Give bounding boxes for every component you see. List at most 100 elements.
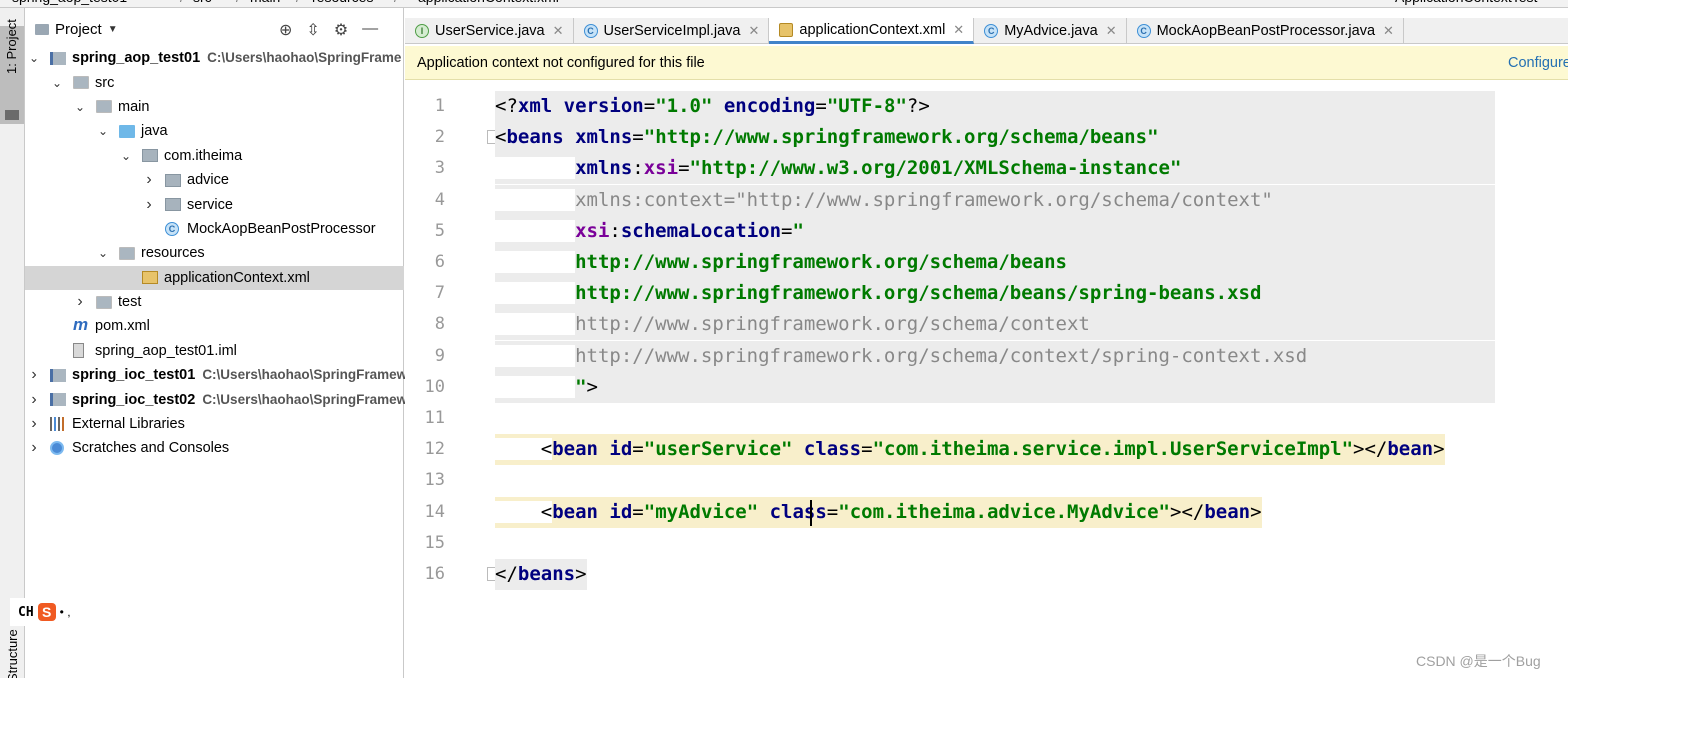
class-icon: C bbox=[1136, 24, 1151, 38]
hide-icon[interactable]: — bbox=[362, 20, 378, 40]
locate-icon[interactable]: ⊕ bbox=[279, 20, 292, 40]
tab-label: UserServiceImpl.java bbox=[603, 23, 741, 39]
chevron-right-icon[interactable]: › bbox=[28, 366, 40, 384]
class-icon: C bbox=[165, 221, 179, 236]
tree-item[interactable]: › test bbox=[25, 290, 404, 314]
ime-options-icon: • , bbox=[59, 605, 71, 619]
tree-item[interactable]: spring_aop_test01.iml bbox=[25, 339, 404, 363]
chevron-right-icon[interactable]: › bbox=[28, 415, 40, 433]
code-token: = bbox=[861, 438, 873, 461]
tree-item-label: External Libraries bbox=[72, 416, 185, 433]
close-icon[interactable]: ✕ bbox=[1383, 23, 1394, 39]
code-line: http://www.springframework.org/schema/be… bbox=[495, 278, 1495, 310]
tree-item[interactable]: ⌄ resources bbox=[25, 241, 404, 265]
editor-tab[interactable]: I UserService.java ✕ bbox=[405, 18, 574, 44]
code-token: = bbox=[781, 219, 793, 242]
code-token: xmlns bbox=[575, 157, 633, 180]
project-panel: Project ▼ ⊕ ⇳ ⚙ — ⌄ spring_aop_test01 C:\U… bbox=[25, 8, 407, 678]
tree-item-label: MockAopBeanPostProcessor bbox=[187, 220, 376, 237]
tree-item-label: com.itheima bbox=[164, 147, 243, 164]
code-token: "myAdvice" bbox=[643, 500, 759, 523]
chevron-right-icon[interactable]: › bbox=[74, 293, 86, 311]
line-number: 6 bbox=[434, 252, 445, 272]
tree-item[interactable]: › spring_ioc_test02 C:\Users\haohao\Spring… bbox=[25, 387, 407, 411]
chevron-down-icon[interactable]: ⌄ bbox=[120, 149, 132, 163]
code-token: </ bbox=[1364, 438, 1388, 461]
configure-link[interactable]: Configure bbox=[1508, 55, 1568, 71]
editor-tab[interactable]: C MockAopBeanPostProcessor.java ✕ bbox=[1127, 18, 1404, 44]
tree-item[interactable]: ⌄ main bbox=[25, 95, 404, 119]
tree-item[interactable]: ⌄ src bbox=[25, 70, 404, 94]
folder-icon bbox=[96, 295, 112, 309]
line-number: 3 bbox=[434, 158, 445, 179]
tree-item-label: test bbox=[118, 294, 142, 311]
tree-item[interactable]: › advice bbox=[25, 168, 404, 192]
close-icon[interactable]: ✕ bbox=[1106, 23, 1117, 39]
breadcrumb-item[interactable]: resources bbox=[312, 0, 373, 5]
close-icon[interactable]: ✕ bbox=[553, 23, 564, 39]
code-token: = bbox=[678, 157, 690, 180]
run-config-label[interactable]: ApplicationContextTest bbox=[1395, 0, 1537, 5]
breadcrumb-item[interactable]: src bbox=[193, 0, 212, 5]
code-token: > bbox=[1169, 500, 1182, 523]
chevron-down-icon[interactable]: ⌄ bbox=[97, 124, 109, 138]
code-token bbox=[495, 219, 576, 242]
tree-item[interactable]: ⌄ com.itheima bbox=[25, 144, 404, 168]
chevron-down-icon[interactable]: ⌄ bbox=[28, 51, 40, 65]
tree-item[interactable]: applicationContext.xml bbox=[25, 265, 404, 290]
module-icon bbox=[50, 393, 66, 407]
package-icon bbox=[165, 173, 181, 187]
line-number: 7 bbox=[434, 283, 445, 304]
breadcrumb-item[interactable]: applicationContext.xml bbox=[418, 0, 559, 5]
project-view-selector[interactable]: Project ▼ bbox=[35, 21, 118, 38]
breadcrumb-item[interactable]: spring_aop_test01 bbox=[12, 0, 127, 5]
chevron-down-icon[interactable]: ⌄ bbox=[74, 100, 86, 114]
navigation-bar: spring_aop_test01 / src / main / resources / app… bbox=[0, 0, 1568, 8]
code-token: http://www.springframework.org/schema/co… bbox=[575, 313, 1090, 336]
tree-item-label: main bbox=[118, 98, 150, 115]
tree-item[interactable]: › service bbox=[25, 192, 404, 216]
breadcrumb-item[interactable]: main bbox=[250, 0, 280, 5]
tab-label: MockAopBeanPostProcessor.java bbox=[1156, 23, 1376, 39]
code-token: : bbox=[609, 219, 621, 242]
tree-item[interactable]: C MockAopBeanPostProcessor bbox=[25, 217, 404, 241]
tree-item[interactable]: m pom.xml bbox=[25, 314, 404, 338]
close-icon[interactable]: ✕ bbox=[749, 23, 760, 39]
chevron-right-icon[interactable]: › bbox=[143, 196, 155, 214]
code-token: > bbox=[1353, 438, 1365, 461]
gear-icon[interactable]: ⚙ bbox=[334, 20, 348, 40]
close-icon[interactable]: ✕ bbox=[953, 22, 964, 38]
collapse-all-icon[interactable]: ⇳ bbox=[306, 20, 319, 40]
code-editor[interactable]: <?xml version="1.0" encoding="UTF-8"?> <b… bbox=[495, 83, 1568, 678]
text-caret bbox=[810, 499, 812, 526]
code-line: xmlns:xsi="http://www.w3.org/2001/XMLSch… bbox=[495, 153, 1495, 185]
editor-tab[interactable]: C MyAdvice.java ✕ bbox=[974, 18, 1127, 44]
tree-item-label: java bbox=[141, 123, 168, 140]
code-token: "userService" bbox=[643, 438, 793, 461]
package-icon bbox=[142, 149, 158, 163]
tree-item[interactable]: › Scratches and Consoles bbox=[25, 436, 404, 460]
tree-item[interactable]: › External Libraries bbox=[25, 412, 404, 436]
code-token: "com.itheima.service.impl.UserServiceImp… bbox=[872, 438, 1354, 461]
line-number: 14 bbox=[424, 501, 445, 522]
tree-item[interactable]: ⌄ java bbox=[25, 119, 404, 143]
code-token: : bbox=[632, 157, 644, 180]
ime-toolbar[interactable]: CH S • , bbox=[10, 598, 90, 626]
editor-area: I UserService.java ✕ C UserServiceImpl.java ✕… bbox=[405, 8, 1568, 678]
tree-item[interactable]: › spring_ioc_test01 C:\Users\haohao\Spring… bbox=[25, 363, 407, 387]
chevron-right-icon[interactable]: › bbox=[143, 171, 155, 189]
line-number: 11 bbox=[424, 408, 445, 428]
line-number: 4 bbox=[434, 189, 445, 210]
code-token: xml bbox=[517, 95, 564, 117]
chevron-right-icon[interactable]: › bbox=[28, 439, 40, 457]
editor-tab[interactable]: applicationContext.xml ✕ bbox=[769, 18, 975, 44]
chevron-down-icon[interactable]: ⌄ bbox=[51, 76, 63, 90]
resources-folder-icon bbox=[119, 246, 135, 260]
editor-tab[interactable]: C UserServiceImpl.java ✕ bbox=[574, 18, 770, 44]
project-toolwindow-button[interactable]: 1: Project bbox=[0, 19, 24, 124]
tree-item[interactable]: ⌄ spring_aop_test01 C:\Users\haohao\Spring… bbox=[25, 46, 404, 70]
chevron-right-icon[interactable]: › bbox=[28, 391, 40, 409]
chevron-down-icon[interactable]: ⌄ bbox=[97, 246, 109, 260]
